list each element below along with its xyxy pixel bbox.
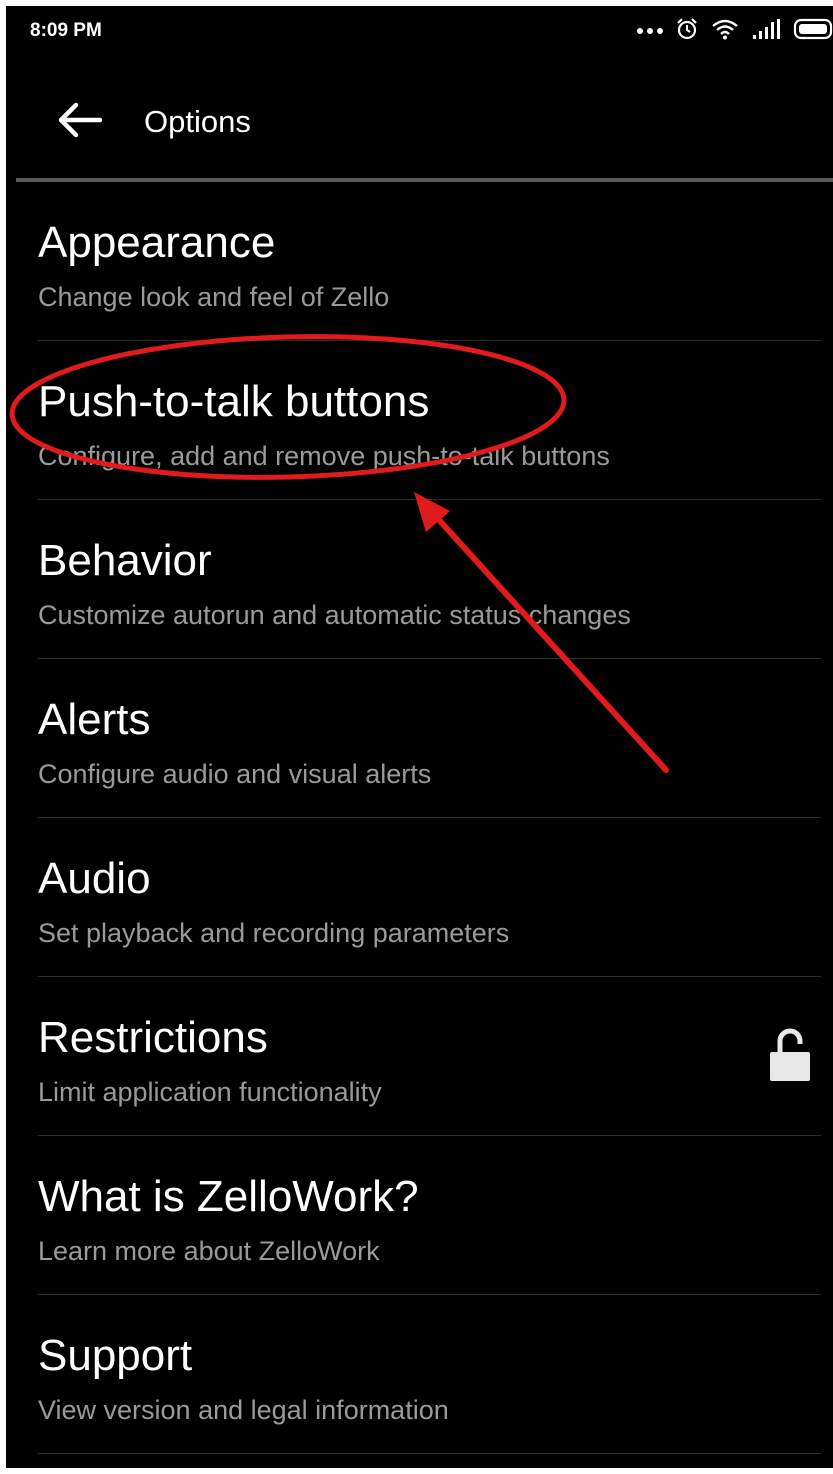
status-time: 8:09 PM (30, 20, 102, 41)
unlocked-padlock-icon (767, 1027, 813, 1083)
menu-item-alerts[interactable]: Alerts Configure audio and visual alerts (6, 659, 833, 818)
options-screen: 8:09 PM Options Appearance Change look a… (6, 6, 833, 1468)
more-dots-icon (637, 22, 663, 40)
menu-item-subtitle: Learn more about ZelloWork (38, 1236, 380, 1266)
menu-item-subtitle: Set playback and recording parameters (38, 918, 510, 948)
wifi-icon (711, 18, 739, 45)
page-title: Options (144, 104, 251, 139)
menu-item-what-is-zellowork[interactable]: What is ZelloWork? Learn more about Zell… (6, 1136, 833, 1295)
menu-item-title: Audio (38, 854, 151, 903)
menu-item-support[interactable]: Support View version and legal informati… (6, 1295, 833, 1454)
menu-item-title: Appearance (38, 218, 276, 267)
status-bar: 8:09 PM (6, 6, 833, 56)
options-list: Appearance Change look and feel of Zello… (6, 182, 833, 1454)
menu-item-title: What is ZelloWork? (38, 1172, 419, 1221)
menu-item-title: Alerts (38, 695, 151, 744)
signal-icon (751, 18, 781, 45)
toolbar: Options (6, 66, 833, 176)
menu-item-title: Restrictions (38, 1013, 268, 1062)
battery-icon (793, 18, 833, 45)
menu-item-behavior[interactable]: Behavior Customize autorun and automatic… (6, 500, 833, 659)
status-icons (625, 16, 833, 46)
menu-item-title: Support (38, 1331, 193, 1380)
menu-item-title: Behavior (38, 536, 212, 585)
menu-item-subtitle: View version and legal information (38, 1395, 449, 1425)
menu-item-title: Push-to-talk buttons (38, 377, 430, 426)
menu-item-restrictions[interactable]: Restrictions Limit application functiona… (6, 977, 833, 1136)
menu-item-subtitle: Configure, add and remove push-to-talk b… (38, 441, 610, 471)
menu-item-subtitle: Customize autorun and automatic status c… (38, 600, 631, 630)
menu-item-subtitle: Limit application functionality (38, 1077, 382, 1107)
menu-item-audio[interactable]: Audio Set playback and recording paramet… (6, 818, 833, 977)
back-arrow-icon[interactable] (56, 100, 103, 140)
menu-item-appearance[interactable]: Appearance Change look and feel of Zello (6, 182, 833, 341)
menu-item-subtitle: Change look and feel of Zello (38, 282, 390, 312)
menu-item-push-to-talk-buttons[interactable]: Push-to-talk buttons Configure, add and … (6, 341, 833, 500)
divider (38, 1453, 821, 1454)
menu-item-subtitle: Configure audio and visual alerts (38, 759, 432, 789)
alarm-icon (675, 17, 699, 46)
